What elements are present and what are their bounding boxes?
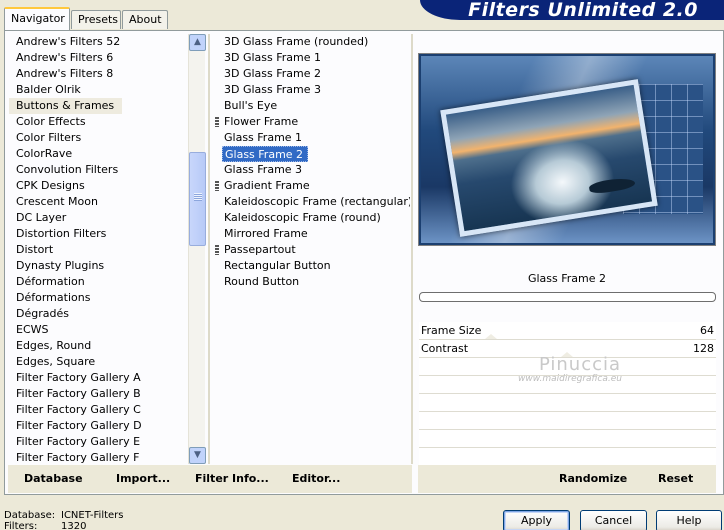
preview-rock [588, 175, 636, 195]
category-item[interactable]: Déformation [9, 274, 189, 290]
category-item[interactable]: Filter Factory Gallery D [9, 418, 189, 434]
category-item[interactable]: Andrew's Filters 8 [9, 66, 189, 82]
param-name: Contrast [421, 342, 469, 355]
filter-item[interactable]: Flower Frame [215, 114, 410, 130]
category-item[interactable]: Déformations [9, 290, 189, 306]
title-banner: Filters Unlimited 2.0 [420, 0, 724, 21]
filter-name-label: Glass Frame 2 [527, 272, 607, 285]
param-row-frame-size[interactable]: Frame Size 64 [419, 322, 716, 340]
tab-presets[interactable]: Presets [71, 10, 121, 29]
category-item[interactable]: Andrew's Filters 6 [9, 50, 189, 66]
filter-factory-grip-icon [215, 117, 219, 127]
category-item[interactable]: Filter Factory Gallery F [9, 450, 189, 464]
status-area: Database: ICNET-Filters Filters: 1320 [4, 510, 124, 530]
filter-item-label: Passepartout [224, 243, 296, 256]
category-item[interactable]: Color Effects [9, 114, 189, 130]
filter-list[interactable]: 3D Glass Frame (rounded) 3D Glass Frame … [215, 34, 410, 464]
scroll-down-arrow-icon[interactable]: ▼ [189, 447, 206, 464]
filter-item[interactable]: Rectangular Button [215, 258, 410, 274]
category-item[interactable]: Crescent Moon [9, 194, 189, 210]
param-row-empty [419, 430, 716, 448]
param-row-empty [419, 412, 716, 430]
status-filters-label: Filters: [4, 521, 38, 530]
category-item[interactable]: Distort [9, 242, 189, 258]
apply-button[interactable]: Apply [503, 510, 570, 530]
right-toolbar: Randomize Reset [418, 465, 716, 493]
category-item[interactable]: Edges, Square [9, 354, 189, 370]
filter-item[interactable]: Round Button [215, 274, 410, 290]
category-scrollbar[interactable]: ▲ ▼ [188, 34, 206, 464]
category-item[interactable]: Filter Factory Gallery E [9, 434, 189, 450]
category-item[interactable]: Distortion Filters [9, 226, 189, 242]
category-item[interactable]: ECWS [9, 322, 189, 338]
randomize-button[interactable]: Randomize [559, 472, 627, 485]
slider-marker-icon [485, 334, 497, 339]
category-list[interactable]: Andrew's Filters 52 Andrew's Filters 6 A… [9, 34, 189, 464]
filter-item-label: Flower Frame [224, 115, 299, 128]
category-item[interactable]: Filter Factory Gallery B [9, 386, 189, 402]
filter-factory-grip-icon [215, 245, 219, 255]
filter-item[interactable]: 3D Glass Frame 1 [215, 50, 410, 66]
status-filters-value: 1320 [61, 521, 87, 530]
category-item[interactable]: Dégradés [9, 306, 189, 322]
filter-item[interactable]: 3D Glass Frame 3 [215, 82, 410, 98]
tab-about[interactable]: About [122, 10, 168, 29]
filter-item[interactable]: Glass Frame 1 [215, 130, 410, 146]
tab-navigator[interactable]: Navigator [4, 7, 70, 30]
filter-factory-grip-icon [215, 181, 219, 191]
preview-image[interactable] [418, 53, 716, 246]
progress-bar [419, 292, 716, 302]
import-button[interactable]: Import... [116, 472, 170, 485]
cancel-button[interactable]: Cancel [580, 510, 647, 530]
category-item[interactable]: Andrew's Filters 52 [9, 34, 189, 50]
filter-item[interactable]: Passepartout [215, 242, 410, 258]
category-item[interactable]: Filter Factory Gallery A [9, 370, 189, 386]
category-item[interactable]: Dynasty Plugins [9, 258, 189, 274]
status-database-label: Database: [4, 510, 56, 521]
app-title: Filters Unlimited 2.0 [468, 0, 698, 21]
category-item[interactable]: CPK Designs [9, 178, 189, 194]
filter-item[interactable]: 3D Glass Frame 2 [215, 66, 410, 82]
reset-button[interactable]: Reset [658, 472, 693, 485]
filter-item[interactable]: Kaleidoscopic Frame (rectangular) [215, 194, 410, 210]
list-divider [411, 34, 413, 464]
watermark-name: Pinuccia [538, 354, 622, 375]
category-item[interactable]: Edges, Round [9, 338, 189, 354]
watermark-url: www.maidiregrafica.eu [518, 374, 622, 384]
filter-item-label: Gradient Frame [224, 179, 310, 192]
scroll-up-arrow-icon[interactable]: ▲ [189, 34, 206, 51]
category-item[interactable]: Convolution Filters [9, 162, 189, 178]
filter-item-selected[interactable]: Glass Frame 2 [222, 146, 309, 162]
param-value: 64 [700, 324, 714, 337]
scrollbar-thumb[interactable] [189, 152, 206, 246]
category-item[interactable]: ColorRave [9, 146, 189, 162]
left-toolbar: Database Import... Filter Info... Editor… [8, 465, 412, 493]
param-value: 128 [693, 342, 714, 355]
help-button[interactable]: Help [656, 510, 722, 530]
filter-info-button[interactable]: Filter Info... [195, 472, 269, 485]
filter-item[interactable]: Mirrored Frame [215, 226, 410, 242]
category-item[interactable]: Color Filters [9, 130, 189, 146]
filter-item[interactable]: 3D Glass Frame (rounded) [215, 34, 410, 50]
param-name: Frame Size [421, 324, 482, 337]
param-row-empty [419, 394, 716, 412]
filter-item[interactable]: Glass Frame 3 [215, 162, 410, 178]
filter-item[interactable]: Gradient Frame [215, 178, 410, 194]
param-row-empty [419, 448, 716, 466]
filter-item[interactable]: Kaleidoscopic Frame (round) [215, 210, 410, 226]
editor-button[interactable]: Editor... [292, 472, 340, 485]
category-item-selected[interactable]: Buttons & Frames [9, 98, 123, 114]
database-button[interactable]: Database [24, 472, 83, 485]
list-divider [208, 34, 210, 464]
category-item[interactable]: Balder Olrik [9, 82, 189, 98]
category-item[interactable]: Filter Factory Gallery C [9, 402, 189, 418]
filter-item[interactable]: Bull's Eye [215, 98, 410, 114]
parameter-list: Frame Size 64 Contrast 128 [419, 322, 716, 466]
status-database-value: ICNET-Filters [61, 510, 124, 521]
category-item[interactable]: DC Layer [9, 210, 189, 226]
